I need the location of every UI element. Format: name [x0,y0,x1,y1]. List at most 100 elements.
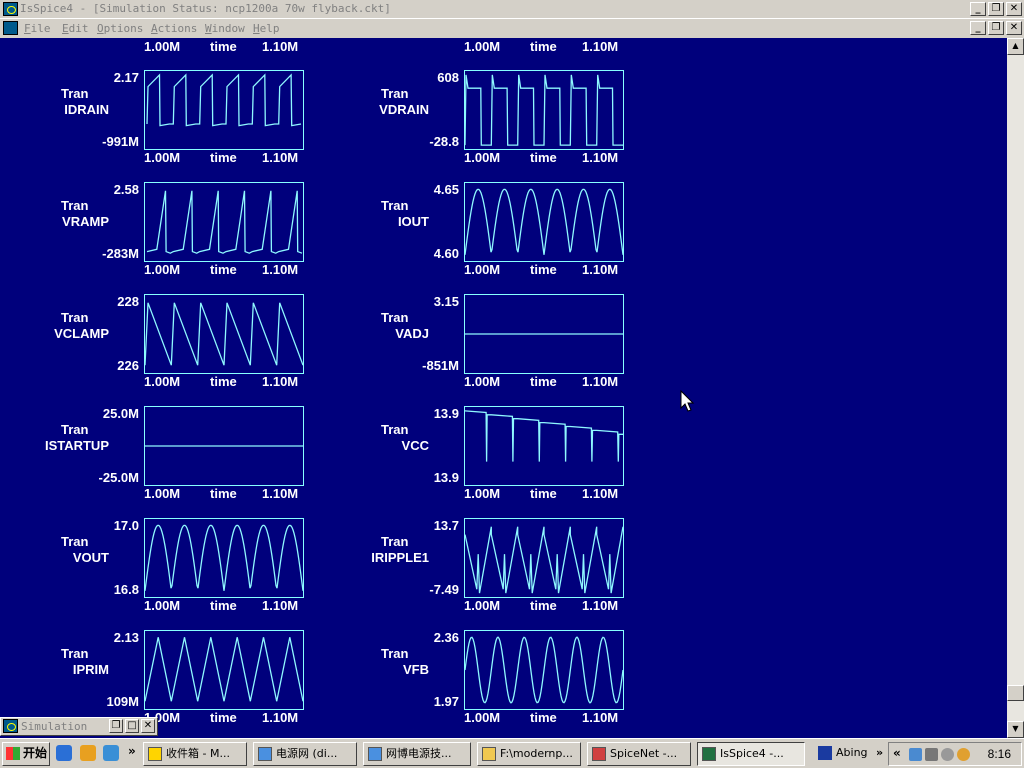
x-min-label: 1.00M [144,262,181,277]
y-max-label: 13.7 [433,518,459,533]
window-title: IsSpice4 - [Simulation Status: ncp1200a … [20,2,391,15]
x-max-label: 1.10M [262,710,299,725]
taskbar-button-isspice4[interactable]: IsSpice4 -... [697,742,805,766]
menu-help[interactable]: Help [253,22,280,35]
x-min-label: 1.00M [464,598,501,613]
trace-line [144,637,304,702]
restore-button[interactable]: ❐ [988,2,1004,16]
spicenet-icon [592,747,606,761]
waveform-trace [464,74,623,146]
analysis-label: Tran [381,310,409,325]
menu-edit[interactable]: Edit [62,22,89,35]
taskbar-button-label: 网博电源技... [386,747,452,760]
app-icon[interactable] [3,2,18,16]
y-min-label: -7.49 [429,582,459,597]
document-icon[interactable] [3,21,18,35]
x-axis-label: time [530,374,557,389]
taskbar-button-dianyuanwang[interactable]: 电源网 (di... [253,742,357,766]
windows-logo-icon [6,747,20,760]
trace-line [464,636,624,704]
y-min-label: -28.8 [429,134,459,149]
trace-line [464,526,624,594]
y-min-label: 1.97 [433,694,459,709]
child-close-button[interactable]: ✕ [1006,21,1022,35]
waveform-trace [146,190,303,254]
x-axis-label: time [210,39,237,54]
more-quicklaunch-icon[interactable]: » [128,744,136,758]
waveform-trace [464,526,624,594]
y-min-label: -25.0M [98,470,139,485]
taskbar-button-label: 收件箱 - M... [166,747,230,760]
x-axis-label: time [210,710,237,725]
taskbar-button-folder[interactable]: F:\modernp... [477,742,581,766]
analysis-label: Tran [61,646,89,661]
x-axis-label: time [530,150,557,165]
signal-name-label: VRAMP [62,214,109,229]
analysis-label: Tran [381,646,409,661]
y-max-label: 2.13 [113,630,139,645]
x-axis-label: time [210,486,237,501]
trace-line [146,73,302,127]
x-max-label: 1.10M [582,262,619,277]
child-restore-button[interactable]: ❐ [988,21,1004,35]
y-min-label: -991M [102,134,139,149]
start-button[interactable]: 开始 [2,742,50,766]
taskbar: 开始 » 收件箱 - M... 电源网 (di... 网博电源技... F:\m… [0,738,1024,768]
signal-name-label: IRIPPLE1 [371,550,429,565]
minimized-close-button[interactable]: ✕ [141,719,155,733]
y-min-label: 13.9 [433,470,459,485]
network-icon[interactable] [925,748,938,761]
x-max-label: 1.10M [582,150,619,165]
volume-icon[interactable] [941,748,954,761]
desktop-icon[interactable] [103,745,119,761]
more-toolbar-icon[interactable]: » [876,742,883,763]
x-min-label: 1.00M [144,150,181,165]
y-min-label: -283M [102,246,139,261]
menu-file[interactable]: File [24,22,51,35]
x-min-label: 1.00M [144,39,181,54]
taskbar-button-spicenet[interactable]: SpiceNet -... [587,742,691,766]
close-button[interactable]: ✕ [1006,2,1022,16]
menu-window[interactable]: Window [205,22,245,35]
menu-actions[interactable]: Actions [151,22,197,35]
taskbar-button-inbox[interactable]: 收件箱 - M... [143,742,247,766]
x-max-label: 1.10M [582,374,619,389]
taskbar-toolbar-abing[interactable]: Abing » [814,742,884,766]
scroll-up-button[interactable]: ▲ [1007,38,1024,55]
child-minimize-button[interactable]: _ [970,21,986,35]
trace-line [146,190,303,254]
clock-app-icon[interactable] [957,748,970,761]
analysis-label: Tran [381,534,409,549]
minimize-button[interactable]: _ [970,2,986,16]
scroll-down-button[interactable]: ▼ [1007,721,1024,738]
x-min-label: 1.00M [464,39,501,54]
folder-icon [482,747,496,761]
email-icon[interactable] [80,745,96,761]
tray-app-icon[interactable] [909,748,922,761]
y-max-label: 25.0M [102,406,139,421]
browser-icon[interactable] [56,745,72,761]
x-axis-label: time [530,710,557,725]
y-max-label: 17.0 [113,518,139,533]
waveform-trace [464,410,623,462]
y-max-label: 608 [437,70,459,85]
tray-expand-icon[interactable]: « [893,746,901,760]
x-min-label: 1.00M [144,598,181,613]
signal-name-label: ISTARTUP [44,438,109,453]
x-max-label: 1.10M [262,598,299,613]
minimized-maximize-button[interactable]: □ [125,719,139,733]
minimized-restore-button[interactable]: ❐ [109,719,123,733]
x-min-label: 1.00M [144,374,181,389]
minimized-window-title: Simulation [21,720,88,733]
trace-line [144,302,304,366]
vertical-scrollbar[interactable]: ▲ ▼ [1007,38,1024,738]
scroll-thumb[interactable] [1007,685,1024,701]
y-min-label: 226 [117,358,139,373]
taskbar-button-label: SpiceNet -... [610,747,678,760]
waveform-trace [144,637,304,702]
minimized-simulation-window[interactable]: Simulation ❐ □ ✕ [0,717,158,736]
x-max-label: 1.10M [262,486,299,501]
taskbar-button-wangbo[interactable]: 网博电源技... [363,742,471,766]
analysis-label: Tran [61,86,89,101]
menu-options[interactable]: Options [97,22,143,35]
